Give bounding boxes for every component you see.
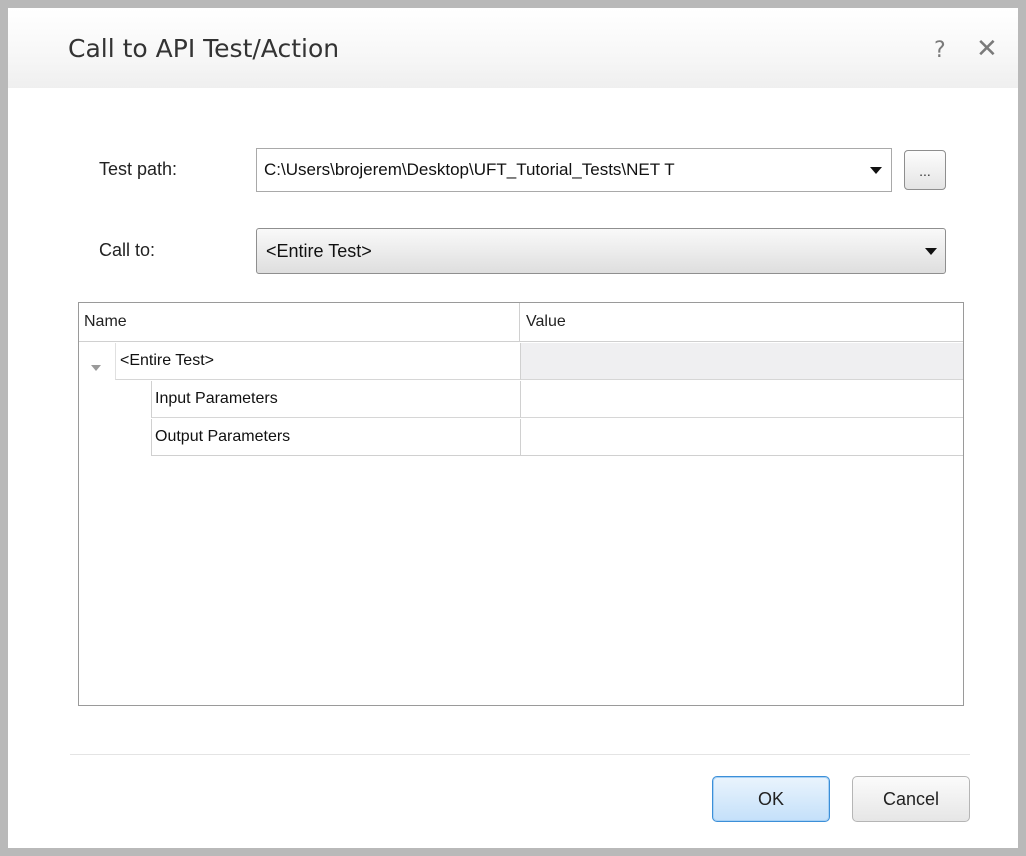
column-divider[interactable] [519,303,520,341]
grid-header: Name Value [79,303,963,342]
row-name-cell[interactable]: Input Parameters [151,381,520,418]
chevron-down-icon[interactable] [925,248,937,255]
row-value-cell[interactable] [520,343,963,380]
test-path-combobox[interactable]: C:\Users\brojerem\Desktop\UFT_Tutorial_T… [256,148,892,192]
call-to-label: Call to: [99,240,156,260]
footer-divider [70,754,970,755]
cancel-button[interactable]: Cancel [852,776,970,822]
close-icon[interactable]: ✕ [976,34,998,64]
table-row[interactable]: Output Parameters [79,419,963,457]
row-value-cell[interactable] [520,381,963,418]
ok-button[interactable]: OK [712,776,830,822]
column-header-value[interactable]: Value [526,313,566,331]
table-row[interactable]: <Entire Test> [79,343,963,381]
dialog-title: Call to API Test/Action [68,34,340,63]
chevron-down-icon[interactable] [870,167,882,174]
help-icon[interactable]: ? [934,38,946,63]
row-name-cell[interactable]: Output Parameters [151,419,520,456]
test-path-value[interactable]: C:\Users\brojerem\Desktop\UFT_Tutorial_T… [264,160,854,180]
title-bar: Call to API Test/Action ? ✕ [8,8,1018,88]
table-row[interactable]: Input Parameters [79,381,963,419]
call-to-value: <Entire Test> [266,241,372,261]
row-name-cell[interactable]: <Entire Test> [115,343,520,380]
parameters-grid: Name Value <Entire Test> Input Parameter… [78,302,964,706]
call-to-dropdown[interactable]: <Entire Test> [256,228,946,274]
column-header-name[interactable]: Name [84,313,127,331]
row-value-cell[interactable] [520,419,963,456]
test-path-label: Test path: [99,159,178,179]
browse-button[interactable]: ... [904,150,946,190]
